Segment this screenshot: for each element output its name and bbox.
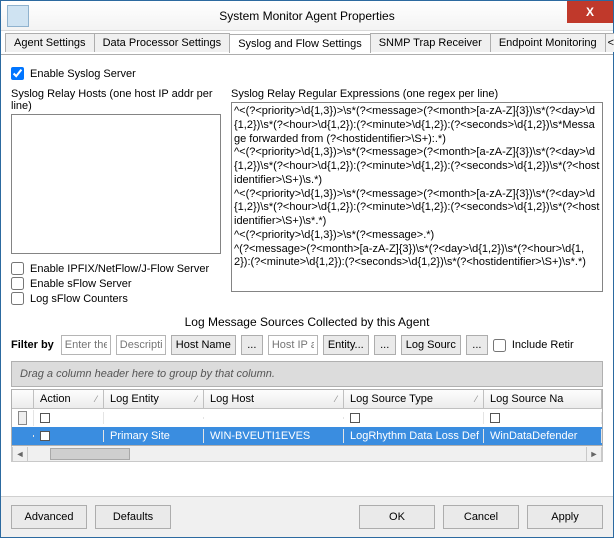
scroll-thumb[interactable] — [50, 448, 130, 460]
regex-label: Syslog Relay Regular Expressions (one re… — [231, 88, 603, 100]
filter-bar: Filter by Host Name ... Entity... ... Lo… — [11, 335, 603, 355]
filter-check-srctype[interactable] — [350, 413, 360, 423]
filter-label: Filter by — [11, 339, 54, 351]
tab-endpoint-monitoring[interactable]: Endpoint Monitoring — [490, 33, 606, 52]
enable-sflow-checkbox[interactable] — [11, 277, 24, 290]
include-retired-label: Include Retir — [512, 339, 574, 351]
tab-data-processor-settings[interactable]: Data Processor Settings — [94, 33, 231, 52]
enable-syslog-checkbox[interactable] — [11, 67, 24, 80]
relay-hosts-label: Syslog Relay Hosts (one host IP addr per… — [11, 88, 221, 112]
grid-header: Action⁄ Log Entity⁄ Log Host⁄ Log Source… — [12, 390, 602, 409]
sort-icon: ⁄ — [95, 394, 97, 404]
tab-scroll-left[interactable]: < — [605, 33, 614, 52]
filter-hostip-input[interactable] — [268, 335, 318, 355]
cell-log-host: WIN-BVEUTI1EVES — [204, 429, 344, 443]
hostname-button[interactable]: Host Name — [171, 335, 236, 355]
sources-grid: Action⁄ Log Entity⁄ Log Host⁄ Log Source… — [11, 389, 603, 446]
include-retired-checkbox[interactable] — [493, 339, 506, 352]
tab-snmp-trap-receiver[interactable]: SNMP Trap Receiver — [370, 33, 491, 52]
cell-log-source-name: WinDataDefender — [484, 429, 602, 443]
scroll-right-icon[interactable]: ► — [586, 447, 602, 461]
col-action[interactable]: Action⁄ — [34, 390, 104, 408]
apply-button[interactable]: Apply — [527, 505, 603, 529]
close-button[interactable]: X — [567, 1, 613, 23]
enable-sflow-label: Enable sFlow Server — [30, 278, 132, 290]
col-log-host[interactable]: Log Host⁄ — [204, 390, 344, 408]
defaults-button[interactable]: Defaults — [95, 505, 171, 529]
enable-syslog-row[interactable]: Enable Syslog Server — [11, 67, 603, 80]
hostname-browse-button[interactable]: ... — [241, 335, 263, 355]
col-log-source-type[interactable]: Log Source Type⁄ — [344, 390, 484, 408]
grid-corner[interactable] — [12, 390, 34, 408]
filter-check-srcname[interactable] — [490, 413, 500, 423]
relay-hosts-textarea[interactable] — [11, 114, 221, 254]
log-sflow-checkbox[interactable] — [11, 292, 24, 305]
tab-agent-settings[interactable]: Agent Settings — [5, 33, 95, 52]
table-row[interactable]: Primary Site WIN-BVEUTI1EVES LogRhythm D… — [12, 427, 602, 445]
grid-group-panel[interactable]: Drag a column header here to group by th… — [11, 361, 603, 387]
enable-sflow-row[interactable]: Enable sFlow Server — [11, 277, 221, 290]
enable-ipfix-label: Enable IPFIX/NetFlow/J-Flow Server — [30, 263, 209, 275]
tab-syslog-and-flow-settings[interactable]: Syslog and Flow Settings — [229, 34, 371, 53]
filter-enter-input[interactable] — [61, 335, 111, 355]
filter-check-action[interactable] — [40, 413, 50, 423]
cell-log-source-type: LogRhythm Data Loss Def — [344, 429, 484, 443]
window-title: System Monitor Agent Properties — [1, 9, 613, 23]
include-retired-row[interactable]: Include Retir — [493, 339, 574, 352]
advanced-button[interactable]: Advanced — [11, 505, 87, 529]
row-action-checkbox[interactable] — [40, 431, 50, 441]
grid-filter-row — [12, 409, 602, 427]
grid-hscrollbar[interactable]: ◄ ► — [11, 446, 603, 462]
tab-content: Enable Syslog Server Syslog Relay Hosts … — [1, 55, 613, 496]
enable-syslog-label: Enable Syslog Server — [30, 68, 136, 80]
entity-button[interactable]: Entity... — [323, 335, 369, 355]
logsource-button[interactable]: Log Sourc — [401, 335, 461, 355]
ok-button[interactable]: OK — [359, 505, 435, 529]
dialog-footer: Advanced Defaults OK Cancel Apply — [1, 496, 613, 537]
tab-bar: Agent Settings Data Processor Settings S… — [1, 31, 613, 55]
row-selector-icon[interactable] — [18, 411, 27, 425]
enable-ipfix-checkbox[interactable] — [11, 262, 24, 275]
entity-browse-button[interactable]: ... — [374, 335, 396, 355]
col-log-source-name[interactable]: Log Source Na — [484, 390, 602, 408]
filter-description-input[interactable] — [116, 335, 166, 355]
sources-title: Log Message Sources Collected by this Ag… — [11, 315, 603, 329]
scroll-left-icon[interactable]: ◄ — [12, 447, 28, 461]
log-sflow-row[interactable]: Log sFlow Counters — [11, 292, 221, 305]
col-log-entity[interactable]: Log Entity⁄ — [104, 390, 204, 408]
log-sflow-label: Log sFlow Counters — [30, 293, 128, 305]
sort-icon: ⁄ — [335, 394, 337, 404]
regex-textarea[interactable]: ^<(?<priority>\d{1,3})>\s*(?<message>(?<… — [231, 102, 603, 292]
titlebar: System Monitor Agent Properties X — [1, 1, 613, 31]
sort-icon: ⁄ — [195, 394, 197, 404]
logsource-browse-button[interactable]: ... — [466, 335, 488, 355]
cancel-button[interactable]: Cancel — [443, 505, 519, 529]
sort-icon: ⁄ — [475, 394, 477, 404]
cell-log-entity: Primary Site — [104, 429, 204, 443]
enable-ipfix-row[interactable]: Enable IPFIX/NetFlow/J-Flow Server — [11, 262, 221, 275]
dialog-window: System Monitor Agent Properties X Agent … — [0, 0, 614, 538]
